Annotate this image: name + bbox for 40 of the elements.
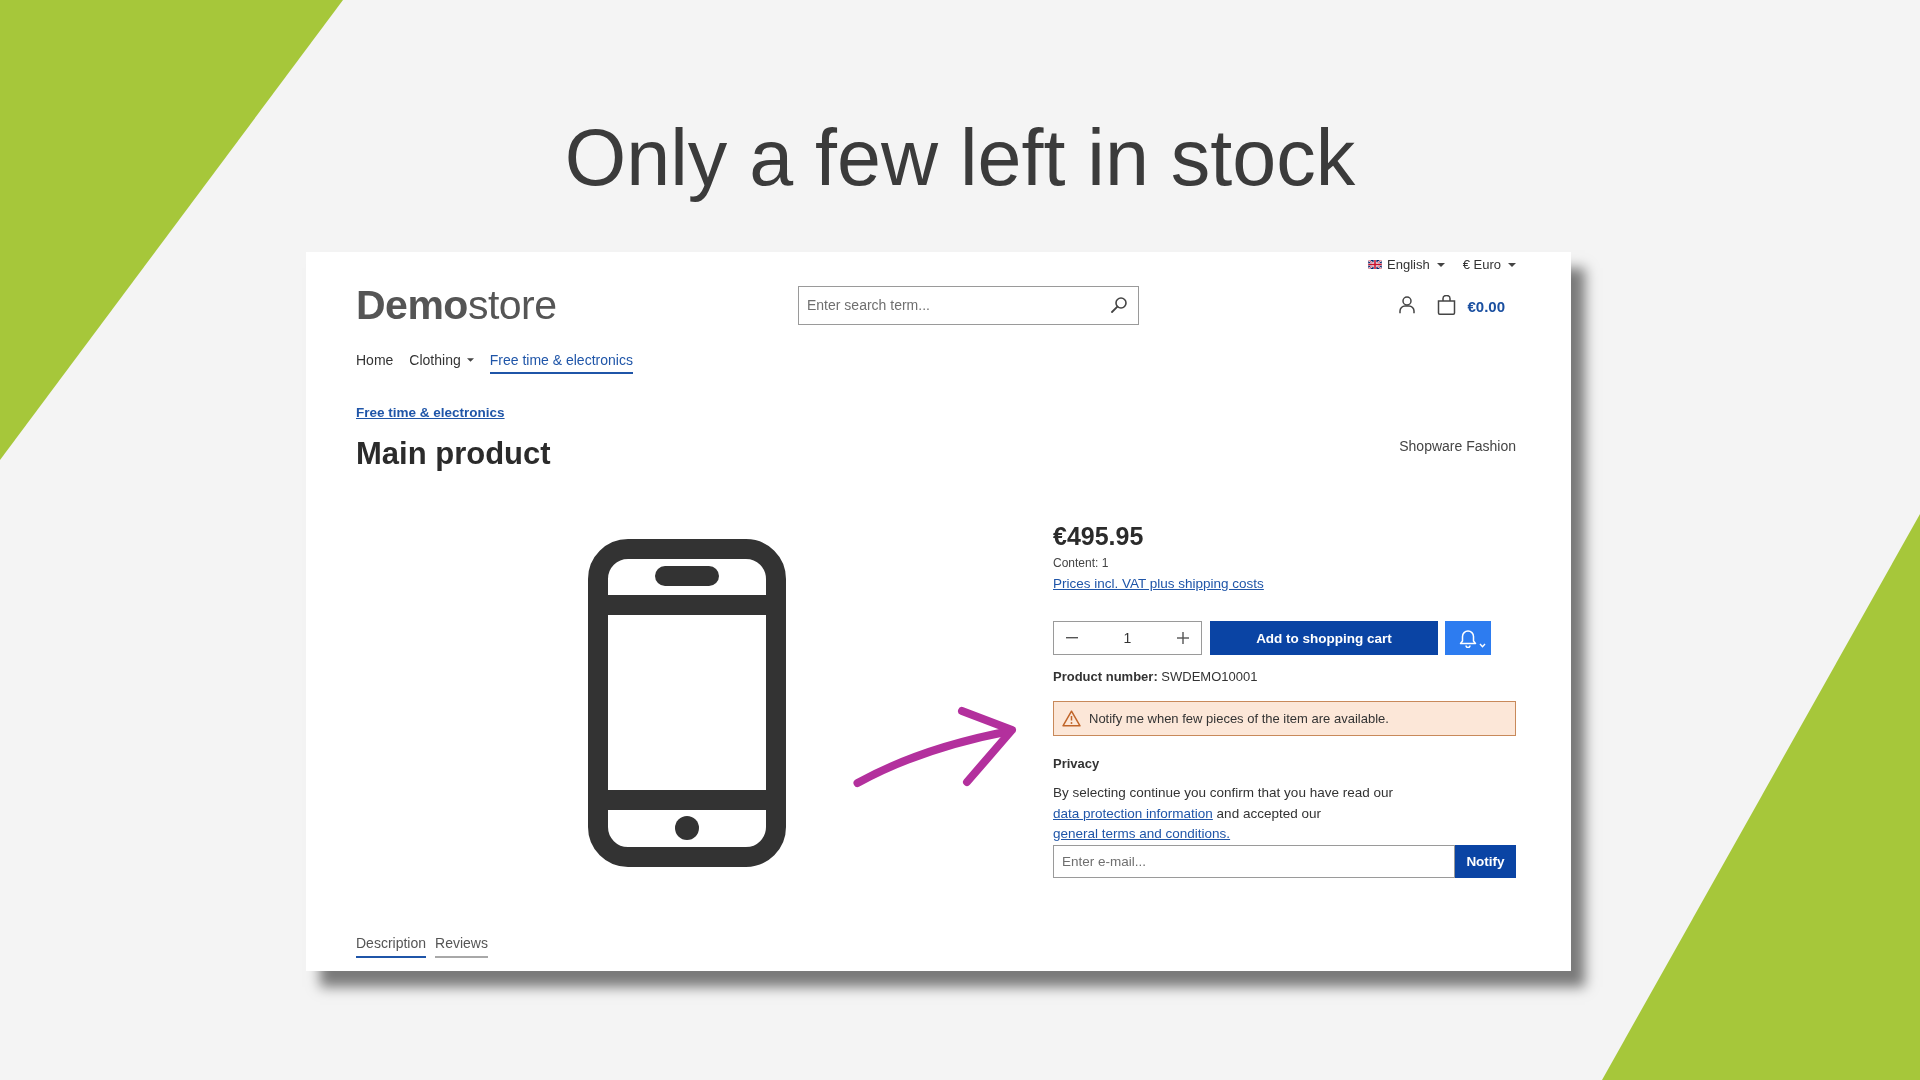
bell-icon bbox=[1459, 628, 1477, 648]
nav-link[interactable]: Home bbox=[356, 350, 394, 374]
price-info-link[interactable]: Prices incl. VAT plus shipping costs bbox=[1053, 576, 1264, 591]
email-field[interactable]: Enter e-mail... bbox=[1053, 844, 1455, 878]
manufacturer-name: Shopware Fashion bbox=[1399, 437, 1516, 456]
bag-icon bbox=[1437, 295, 1457, 315]
nav-link[interactable]: Free time & electronics bbox=[489, 350, 633, 374]
breadcrumb-link[interactable]: Free time & electronics bbox=[356, 405, 505, 420]
tab[interactable]: Reviews bbox=[435, 932, 488, 958]
quantity-input[interactable]: 1 bbox=[1107, 630, 1148, 646]
nav-link[interactable]: Clothing bbox=[409, 350, 474, 374]
notify-button[interactable]: Notify bbox=[1455, 844, 1516, 878]
product-price: €495.95 bbox=[1053, 522, 1144, 550]
chevron-icon bbox=[1479, 643, 1486, 648]
alert-text: Notify me when few pieces of the item are available. bbox=[1089, 711, 1389, 726]
privacy-heading: Privacy bbox=[1053, 755, 1100, 773]
product-number: Product number: SWDEMO10001 bbox=[1053, 668, 1258, 686]
warning-icon bbox=[1062, 710, 1081, 727]
plus-icon bbox=[1177, 632, 1189, 644]
text-link[interactable]: general terms and conditions. bbox=[1053, 826, 1231, 841]
minus-icon bbox=[1066, 637, 1078, 639]
caret-icon bbox=[1436, 262, 1445, 267]
caret-icon bbox=[1508, 262, 1516, 267]
currency-menu[interactable]: € Euro bbox=[1462, 257, 1516, 272]
notification-button[interactable] bbox=[1445, 621, 1491, 655]
curved-arrow-icon bbox=[853, 706, 1017, 788]
tab[interactable]: Description bbox=[356, 932, 427, 958]
store-logo[interactable]: Demostore bbox=[356, 283, 557, 327]
product-title: Main product bbox=[356, 436, 551, 472]
search-icon[interactable] bbox=[1111, 296, 1127, 313]
content-info: Content: 1 bbox=[1053, 555, 1109, 571]
cart-button[interactable]: €0.00 bbox=[1437, 295, 1505, 315]
language-menu[interactable]: English bbox=[1368, 257, 1445, 272]
text-link[interactable]: data protection information bbox=[1053, 805, 1213, 821]
search-field[interactable]: Enter search term... bbox=[798, 285, 1139, 325]
slide-title: Only a few left in stock bbox=[564, 112, 1356, 204]
add-to-cart-button[interactable]: Add to shopping cart bbox=[1210, 621, 1438, 655]
flag-icon bbox=[1368, 260, 1383, 269]
user-icon[interactable] bbox=[1399, 296, 1416, 314]
privacy-text: By selecting continue you confirm that you have read our data protection information and accepted our general terms and conditions. bbox=[1053, 784, 1394, 843]
